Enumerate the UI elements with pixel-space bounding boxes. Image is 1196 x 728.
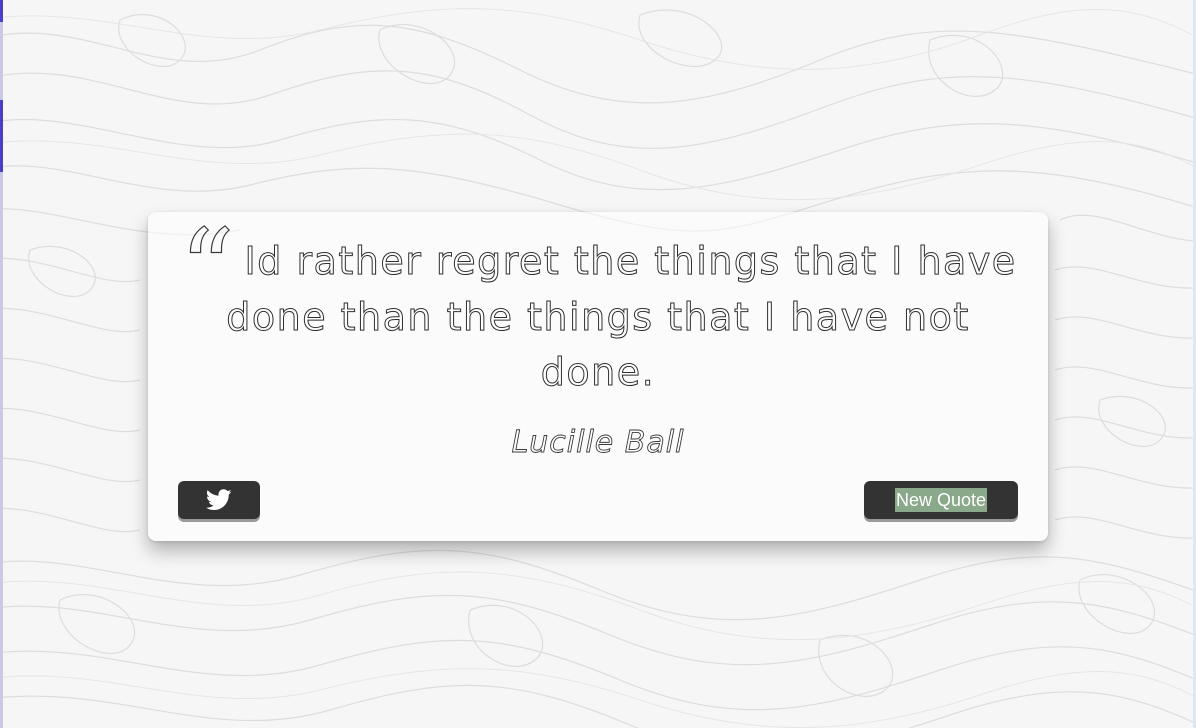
quote-author: Lucille Ball xyxy=(511,425,685,461)
window-left-edge-top-accent xyxy=(0,0,3,22)
quote-text-container: “Id rather regret the things that I have… xyxy=(178,207,1018,400)
new-quote-button[interactable]: New Quote xyxy=(864,481,1018,519)
quote-box: “Id rather regret the things that I have… xyxy=(148,212,1048,541)
quote-text: Id rather regret the things that I have … xyxy=(226,239,1017,395)
quote-left-icon: “ xyxy=(179,207,235,332)
twitter-icon xyxy=(206,489,232,510)
tweet-button[interactable] xyxy=(178,481,260,519)
new-quote-label: New Quote xyxy=(894,488,988,512)
window-left-edge-accent xyxy=(0,100,3,172)
